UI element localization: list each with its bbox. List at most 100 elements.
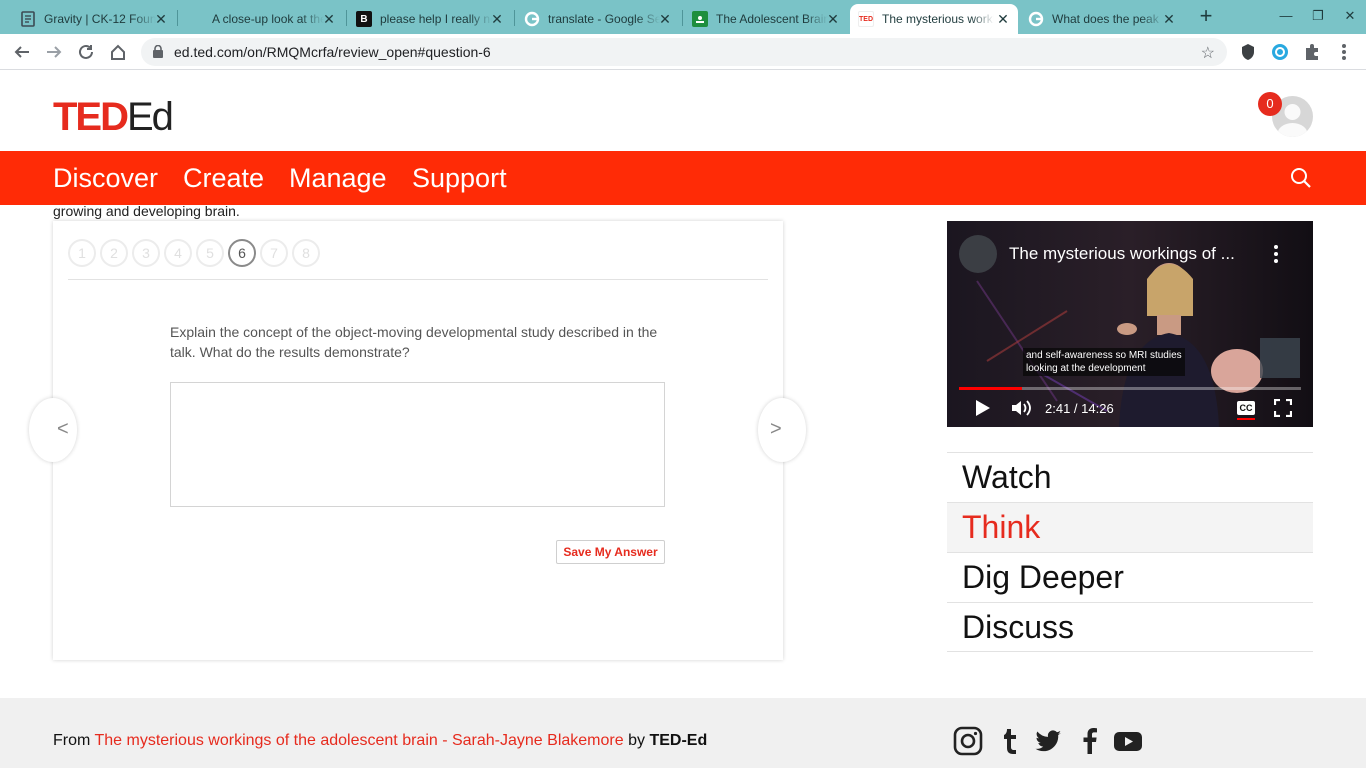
tab-separator [346, 10, 347, 26]
caption-line: looking at the development [1026, 363, 1146, 374]
question-number[interactable]: 2 [100, 239, 128, 267]
nav-discover[interactable]: Discover [53, 163, 158, 194]
tab-title: translate - Google Search [548, 12, 660, 26]
browser-tab[interactable]: translate - Google Search ✕ [516, 4, 680, 34]
ted-ed-logo[interactable]: TEDEd [53, 95, 174, 139]
logo-ed: Ed [127, 95, 174, 139]
from-label: From [53, 732, 91, 749]
lesson-menu-watch[interactable]: Watch [947, 452, 1313, 502]
extension-icon[interactable] [1268, 41, 1292, 63]
brainly-icon: B [356, 11, 372, 27]
nav-create[interactable]: Create [183, 163, 264, 194]
bookmark-star-icon[interactable]: ☆ [1201, 43, 1215, 63]
save-answer-button[interactable]: Save My Answer [556, 540, 665, 564]
reload-icon[interactable] [74, 41, 98, 63]
minimize-icon[interactable]: — [1276, 8, 1296, 23]
site-header: TEDEd 0 [0, 70, 1366, 151]
question-number[interactable]: 4 [164, 239, 192, 267]
browser-toolbar: ed.ted.com/on/RMQMcrfa/review_open#quest… [0, 34, 1366, 70]
footer-credit: From The mysterious workings of the adol… [53, 732, 707, 750]
extension-icon[interactable] [1236, 41, 1260, 63]
lesson-menu: Watch Think Dig Deeper Discuss [947, 452, 1313, 652]
tab-title: The mysterious workings [882, 12, 994, 26]
ck12-icon [20, 11, 36, 27]
browser-tabstrip: Gravity | CK-12 Foundation ✕ A close-up … [0, 0, 1366, 34]
more-options-icon[interactable] [1269, 243, 1283, 265]
back-icon[interactable] [10, 41, 34, 63]
browser-tab[interactable]: The Adolescent Brain ✕ [684, 4, 848, 34]
lesson-source-link[interactable]: The mysterious workings of the adolescen… [94, 732, 623, 749]
question-number[interactable]: 5 [196, 239, 224, 267]
classroom-icon [692, 11, 708, 27]
blank-icon [188, 11, 204, 27]
home-icon[interactable] [106, 41, 130, 63]
close-tab-icon[interactable]: ✕ [658, 12, 672, 26]
next-question-button[interactable]: > [758, 398, 806, 462]
question-number[interactable]: 7 [260, 239, 288, 267]
google-icon [524, 11, 540, 27]
browser-tab-active[interactable]: TED The mysterious workings ✕ [850, 4, 1018, 34]
tumblr-icon[interactable] [995, 726, 1025, 756]
chevron-left-icon: < [57, 418, 69, 440]
tab-separator [682, 10, 683, 26]
org-name: TED-Ed [649, 732, 708, 749]
question-number[interactable]: 3 [132, 239, 160, 267]
lesson-menu-discuss[interactable]: Discuss [947, 602, 1313, 652]
captions-active-indicator [1237, 418, 1255, 420]
menu-kebab-icon[interactable] [1332, 41, 1356, 63]
youtube-icon[interactable] [1113, 726, 1143, 756]
new-tab-button[interactable]: + [1196, 5, 1216, 27]
video-player[interactable]: The mysterious workings of ... and self-… [947, 221, 1313, 427]
puzzle-icon[interactable] [1300, 41, 1324, 63]
play-icon[interactable] [975, 399, 991, 417]
close-tab-icon[interactable]: ✕ [996, 12, 1010, 26]
tab-title: please help I really need [380, 12, 492, 26]
close-tab-icon[interactable]: ✕ [322, 12, 336, 26]
main-nav: Discover Create Manage Support [0, 151, 1366, 205]
question-number[interactable]: 8 [292, 239, 320, 267]
forward-icon[interactable] [42, 41, 66, 63]
twitter-icon[interactable] [1034, 726, 1064, 756]
browser-tab[interactable]: What does the peak ✕ [1020, 4, 1184, 34]
browser-tab[interactable]: A close-up look at the ✕ [180, 4, 344, 34]
lesson-menu-dig-deeper[interactable]: Dig Deeper [947, 552, 1313, 602]
close-tab-icon[interactable]: ✕ [490, 12, 504, 26]
nav-support[interactable]: Support [412, 163, 507, 194]
search-icon[interactable] [1290, 167, 1312, 194]
instagram-icon[interactable] [953, 726, 983, 756]
divider [68, 279, 768, 280]
tab-separator [177, 10, 178, 26]
nav-manage[interactable]: Manage [289, 163, 387, 194]
tab-title: The Adolescent Brain [716, 12, 828, 26]
video-progress-bar[interactable] [959, 387, 1301, 390]
watermark-icon[interactable] [1260, 338, 1300, 378]
answer-textarea[interactable] [170, 382, 665, 507]
close-window-icon[interactable]: ✕ [1340, 8, 1360, 24]
fullscreen-icon[interactable] [1274, 399, 1292, 417]
close-tab-icon[interactable]: ✕ [1162, 12, 1176, 26]
google-icon [1028, 11, 1044, 27]
question-number[interactable]: 1 [68, 239, 96, 267]
browser-tab[interactable]: B please help I really need ✕ [348, 4, 512, 34]
facebook-icon[interactable] [1075, 726, 1105, 756]
question-text: Explain the concept of the object-moving… [170, 324, 658, 360]
question-card: 1 2 3 4 5 6 7 8 Explain the concept of t… [29, 221, 806, 660]
previous-question-button[interactable]: < [29, 398, 77, 462]
close-tab-icon[interactable]: ✕ [154, 12, 168, 26]
url-text: ed.ted.com/on/RMQMcrfa/review_open#quest… [174, 44, 491, 60]
video-time: 2:41 / 14:26 [1045, 401, 1114, 416]
channel-avatar[interactable] [959, 235, 997, 273]
volume-icon[interactable] [1011, 399, 1033, 417]
video-title[interactable]: The mysterious workings of ... [1009, 244, 1235, 264]
notification-badge[interactable]: 0 [1258, 92, 1282, 116]
close-tab-icon[interactable]: ✕ [826, 12, 840, 26]
restore-icon[interactable]: ❐ [1308, 8, 1328, 24]
browser-tab[interactable]: Gravity | CK-12 Foundation ✕ [12, 4, 176, 34]
question-number-current[interactable]: 6 [228, 239, 256, 267]
tab-title: What does the peak [1052, 12, 1159, 26]
lesson-menu-think[interactable]: Think [947, 502, 1313, 552]
address-bar[interactable]: ed.ted.com/on/RMQMcrfa/review_open#quest… [141, 38, 1227, 66]
progress-fill [959, 387, 1023, 390]
video-caption: and self-awareness so MRI studies lookin… [1023, 348, 1185, 376]
captions-icon[interactable]: CC [1237, 401, 1255, 415]
